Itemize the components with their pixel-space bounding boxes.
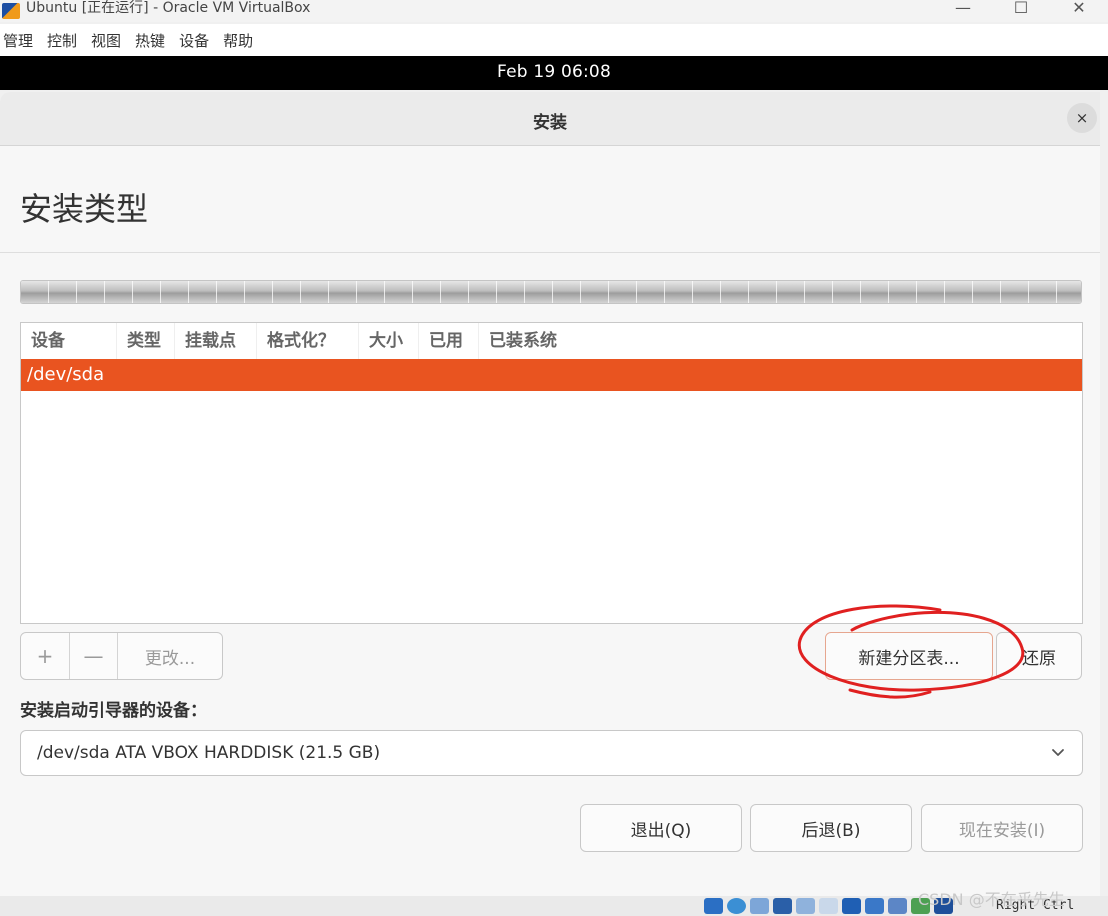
device-cell: /dev/sda	[27, 364, 105, 385]
divider	[0, 252, 1100, 253]
remove-partition-button[interactable]: —	[70, 633, 118, 679]
column-mount-point[interactable]: 挂载点	[175, 323, 257, 359]
new-partition-table-button[interactable]: 新建分区表...	[825, 632, 993, 680]
minimize-button[interactable]: —	[934, 0, 992, 20]
status-icons	[704, 898, 953, 914]
virtualbox-logo-icon	[2, 3, 20, 19]
installer-header: 安装 ×	[0, 92, 1100, 146]
bootloader-label: 安装启动引导器的设备：	[20, 701, 207, 721]
installer-close-button[interactable]: ×	[1067, 103, 1097, 133]
watermark: CSDN @不在乎先生	[918, 890, 1065, 909]
table-row-selected[interactable]: /dev/sda	[21, 359, 1082, 391]
close-icon: ×	[1075, 109, 1089, 127]
menu-control[interactable]: 控制	[41, 30, 85, 51]
add-partition-button[interactable]: +	[21, 633, 70, 679]
partition-bar-ticks	[21, 281, 1081, 303]
menu-view[interactable]: 视图	[85, 30, 129, 51]
chevron-down-icon	[1052, 749, 1064, 756]
video-capture-icon[interactable]	[865, 898, 884, 914]
installer-title: 安装	[533, 113, 567, 133]
installer-window: 安装 × 安装类型 设备 类型 挂载点 格式化？ 大小 已用 已装系统 /dev…	[0, 92, 1100, 916]
network-icon[interactable]	[773, 898, 792, 914]
menu-devices[interactable]: 设备	[173, 30, 217, 51]
audio-icon[interactable]	[750, 898, 769, 914]
partition-table: 设备 类型 挂载点 格式化？ 大小 已用 已装系统 /dev/sda	[20, 322, 1083, 624]
window-controls: — ☐ ✕	[934, 0, 1108, 20]
close-button[interactable]: ✕	[1050, 0, 1108, 20]
quit-button[interactable]: 退出(Q)	[580, 804, 742, 852]
column-format[interactable]: 格式化？	[257, 323, 359, 359]
column-device[interactable]: 设备	[21, 323, 117, 359]
partition-actions: + — 更改...	[20, 632, 223, 680]
display-icon[interactable]	[842, 898, 861, 914]
bootloader-device-select[interactable]: /dev/sda ATA VBOX HARDDISK (21.5 GB)	[20, 730, 1083, 776]
menu-manage[interactable]: 管理	[0, 30, 41, 51]
column-used[interactable]: 已用	[419, 323, 479, 359]
bootloader-selected-value: /dev/sda ATA VBOX HARDDISK (21.5 GB)	[37, 743, 381, 763]
vbox-title-bar: Ubuntu [正在运行] - Oracle VM VirtualBox — ☐…	[0, 0, 1108, 22]
page-title: 安装类型	[20, 190, 149, 228]
back-button[interactable]: 后退(B)	[750, 804, 912, 852]
maximize-button[interactable]: ☐	[992, 0, 1050, 20]
revert-button[interactable]: 还原	[996, 632, 1082, 680]
vbox-menu-bar: 管理 控制 视图 热键 设备 帮助	[0, 24, 1108, 56]
menu-hotkeys[interactable]: 热键	[129, 30, 173, 51]
partition-bar	[20, 280, 1082, 304]
column-type[interactable]: 类型	[117, 323, 175, 359]
install-now-button[interactable]: 现在安装(I)	[921, 804, 1083, 852]
panel-clock[interactable]: Feb 19 06:08	[0, 62, 1108, 82]
shared-folder-icon[interactable]	[819, 898, 838, 914]
usb-icon[interactable]	[796, 898, 815, 914]
change-partition-button[interactable]: 更改...	[118, 633, 222, 679]
column-installed-system[interactable]: 已装系统	[479, 323, 589, 359]
column-size[interactable]: 大小	[359, 323, 419, 359]
hard-disk-icon[interactable]	[704, 898, 723, 914]
optical-drive-icon[interactable]	[727, 898, 746, 914]
vbox-window-title: Ubuntu [正在运行] - Oracle VM VirtualBox	[26, 0, 311, 16]
menu-help[interactable]: 帮助	[217, 30, 261, 51]
table-header: 设备 类型 挂载点 格式化？ 大小 已用 已装系统	[21, 323, 1082, 359]
ubuntu-top-panel: Feb 19 06:08	[0, 56, 1108, 90]
virtualization-icon[interactable]	[888, 898, 907, 914]
